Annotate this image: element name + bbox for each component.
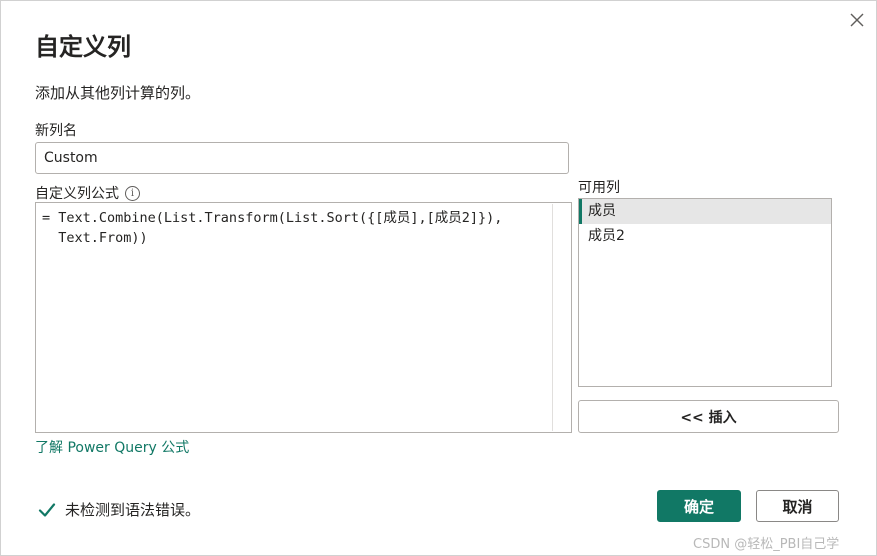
formula-vertical-guide [552, 204, 553, 431]
custom-column-dialog: 自定义列 添加从其他列计算的列。 新列名 自定义列公式 i = Text.Comb… [0, 0, 877, 556]
available-column-item[interactable]: 成员 [579, 199, 831, 224]
watermark: CSDN @轻松_PBI自己学 [693, 537, 840, 552]
new-column-name-input[interactable] [35, 142, 569, 174]
syntax-status: 未检测到语法错误。 [37, 499, 200, 520]
dialog-subtitle: 添加从其他列计算的列。 [35, 84, 201, 102]
insert-button[interactable]: << 插入 [578, 400, 839, 433]
formula-editor[interactable]: = Text.Combine(List.Transform(List.Sort(… [35, 202, 572, 433]
close-icon [850, 13, 864, 27]
cancel-button[interactable]: 取消 [756, 490, 839, 522]
available-columns-label: 可用列 [578, 180, 620, 196]
available-column-item[interactable]: 成员2 [579, 224, 831, 249]
ok-button[interactable]: 确定 [657, 490, 741, 522]
available-columns-list[interactable]: 成员 成员2 [578, 198, 832, 387]
formula-label-row: 自定义列公式 i [35, 183, 140, 203]
dialog-title: 自定义列 [35, 33, 131, 61]
learn-power-query-link[interactable]: 了解 Power Query 公式 [35, 437, 189, 457]
close-button[interactable] [846, 9, 868, 31]
formula-line-1: = Text.Combine(List.Transform(List.Sort(… [42, 210, 503, 226]
formula-label: 自定义列公式 [35, 186, 119, 202]
new-column-name-label: 新列名 [35, 123, 77, 139]
checkmark-icon [38, 502, 56, 517]
syntax-status-text: 未检测到语法错误。 [65, 501, 201, 519]
formula-line-2: Text.From)) [42, 230, 148, 246]
info-icon[interactable]: i [125, 185, 140, 201]
formula-text[interactable]: = Text.Combine(List.Transform(List.Sort(… [42, 208, 554, 248]
